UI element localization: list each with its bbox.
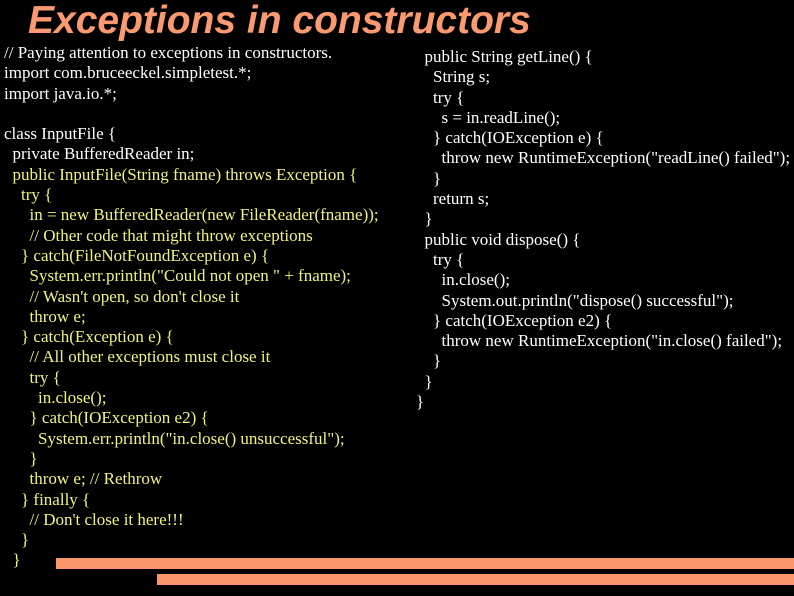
code-left-line: // Wasn't open, so don't close it bbox=[4, 286, 240, 306]
code-right-line: } bbox=[416, 168, 442, 188]
code-left-line: // All other exceptions must close it bbox=[4, 347, 271, 367]
code-right-line: public String getLine() { bbox=[416, 47, 593, 66]
decorative-bar-upper bbox=[56, 558, 794, 569]
code-right-line: throw new RuntimeException("in.close() f… bbox=[416, 331, 783, 351]
code-right-line: } bbox=[416, 209, 433, 229]
slide-canvas: Exceptions in constructors // Paying att… bbox=[0, 0, 794, 596]
code-left-line: } catch(IOException e2) { bbox=[4, 408, 209, 428]
code-left-line: System.err.println("in.close() unsuccess… bbox=[4, 428, 345, 448]
code-left-line: } bbox=[4, 530, 30, 550]
code-left-line: // Don't close it here!!! bbox=[4, 509, 184, 529]
code-block-right: public String getLine() { String s; try … bbox=[416, 47, 794, 412]
code-right-line: try { bbox=[416, 87, 465, 107]
code-left-line: throw e; // Rethrow bbox=[4, 469, 163, 489]
code-block-left: // Paying attention to exceptions in con… bbox=[4, 43, 414, 571]
code-left-line: import java.io.*; bbox=[4, 83, 117, 103]
code-left-line: throw e; bbox=[4, 306, 86, 326]
code-right-line: } catch(IOException e) { bbox=[416, 128, 604, 148]
code-left-line: // Paying attention to exceptions in con… bbox=[4, 43, 333, 62]
code-left-line: in = new BufferedReader(new FileReader(f… bbox=[4, 205, 379, 225]
code-right-line: in.close(); bbox=[416, 270, 510, 290]
code-left-line: } catch(Exception e) { bbox=[4, 327, 174, 347]
code-right-line: } catch(IOException e2) { bbox=[416, 310, 613, 330]
code-left-line: } bbox=[4, 448, 38, 468]
code-right-line: } bbox=[416, 351, 442, 371]
code-left-line: } catch(FileNotFoundException e) { bbox=[4, 245, 270, 265]
code-right-line: String s; bbox=[416, 67, 491, 87]
code-right-line: s = in.readLine(); bbox=[416, 107, 561, 127]
code-left-line: System.err.println("Could not open " + f… bbox=[4, 266, 351, 286]
code-left-line: in.close(); bbox=[4, 388, 107, 408]
code-right-line: throw new RuntimeException("readLine() f… bbox=[416, 148, 791, 168]
code-right-line: public void dispose() { bbox=[416, 229, 581, 249]
code-left-line: import com.bruceeckel.simpletest.*; bbox=[4, 63, 252, 83]
code-left-line bbox=[4, 104, 414, 124]
code-right-line: try { bbox=[416, 249, 465, 269]
code-right-line: return s; bbox=[416, 189, 490, 209]
page-title: Exceptions in constructors bbox=[28, 0, 531, 42]
code-left-line: private BufferedReader in; bbox=[4, 144, 195, 164]
code-right-line: System.out.println("dispose() successful… bbox=[416, 290, 734, 310]
code-left-line: } finally { bbox=[4, 489, 91, 509]
code-left-line: public InputFile(String fname) throws Ex… bbox=[4, 164, 358, 184]
code-left-line: try { bbox=[4, 185, 53, 205]
code-right-line: } bbox=[416, 392, 425, 412]
code-right-line: } bbox=[416, 371, 433, 391]
code-left-line: class InputFile { bbox=[4, 124, 117, 144]
code-left-line: // Other code that might throw exception… bbox=[4, 225, 313, 245]
decorative-bar-lower bbox=[157, 574, 794, 585]
code-left-line: try { bbox=[4, 367, 61, 387]
